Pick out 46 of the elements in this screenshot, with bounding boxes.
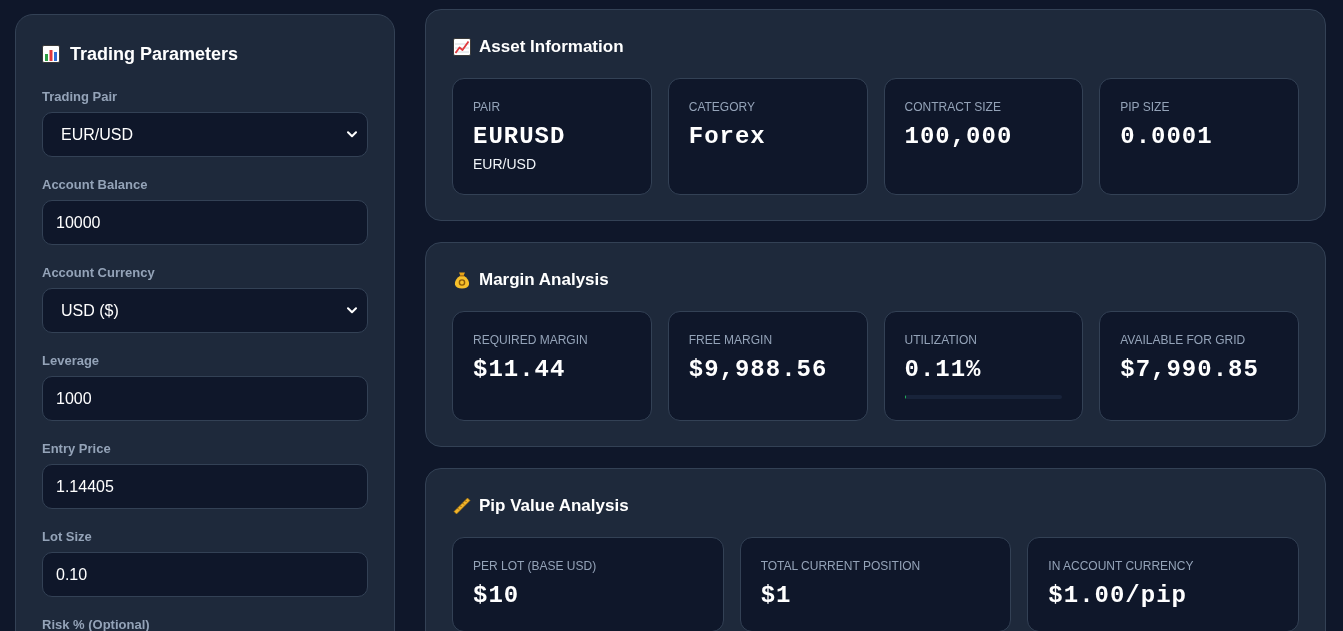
- chevron-down-icon: [347, 307, 357, 314]
- stat-value: $1.00/pip: [1048, 582, 1188, 610]
- stat-label: FREE MARGIN: [688, 333, 774, 348]
- section-title: Pip Value Analysis: [479, 495, 629, 517]
- stat-label: CONTRACT SIZE: [904, 100, 1002, 115]
- stat-label: AVAILABLE FOR GRID: [1120, 333, 1247, 348]
- field-label: Entry Price: [42, 441, 112, 457]
- panel-title: Trading Parameters: [70, 43, 239, 66]
- stat-label: REQUIRED MARGIN: [473, 333, 589, 348]
- stat-label: PER LOT (BASE USD): [473, 559, 598, 574]
- stat-label: UTILIZATION: [904, 333, 978, 348]
- stat-value: $9,988.56: [688, 356, 829, 384]
- stat-label: PAIR: [473, 100, 502, 115]
- input-field[interactable]: 0.10: [42, 552, 368, 597]
- bar-chart-icon: [42, 45, 60, 63]
- section-title: Asset Information: [479, 36, 624, 58]
- stat-label: TOTAL CURRENT POSITION: [760, 559, 922, 574]
- chevron-down-icon: [347, 131, 357, 138]
- stat-value: Forex: [688, 123, 767, 151]
- input-field[interactable]: 1.14405: [42, 464, 368, 509]
- stat-value: $11.44: [473, 356, 567, 384]
- stat-value: 0.11%: [904, 356, 983, 384]
- stat-label: PIP SIZE: [1120, 100, 1171, 115]
- stat-value: $7,990.85: [1120, 356, 1260, 384]
- money-bag-icon: [453, 271, 471, 289]
- field-label: Leverage: [42, 353, 101, 369]
- stat-value: $10: [473, 582, 521, 610]
- input-field[interactable]: 1000: [42, 376, 368, 421]
- stat-value: 0.0001: [1120, 123, 1214, 151]
- dropdown-field[interactable]: EUR/USD: [42, 112, 368, 157]
- dropdown-field[interactable]: USD ($): [42, 288, 368, 333]
- input-field[interactable]: 10000: [42, 200, 368, 245]
- stat-value: EURUSD: [473, 123, 567, 151]
- stat-label: CATEGORY: [688, 100, 756, 115]
- field-label: Account Balance: [42, 177, 149, 193]
- stat-subtext: EUR/USD: [473, 155, 537, 173]
- stat-label: IN ACCOUNT CURRENCY: [1048, 559, 1195, 574]
- section-title: Margin Analysis: [479, 269, 609, 291]
- stat-value: $1: [760, 582, 793, 610]
- field-label: Account Currency: [42, 265, 156, 281]
- field-label: Risk % (Optional): [42, 617, 151, 631]
- ruler-icon: [453, 497, 471, 515]
- field-label: Trading Pair: [42, 89, 119, 105]
- field-label: Lot Size: [42, 529, 93, 545]
- stat-value: 100,000: [904, 123, 1014, 151]
- line-chart-icon: [453, 38, 471, 56]
